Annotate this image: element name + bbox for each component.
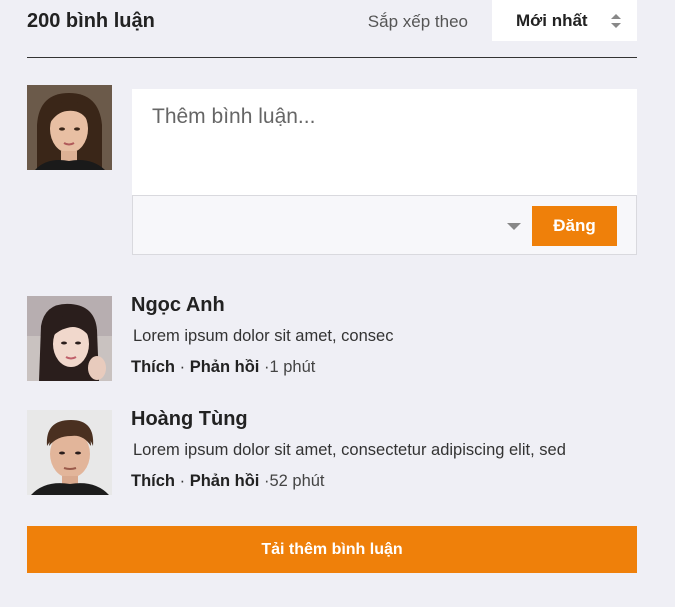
- sort-dropdown[interactable]: Mới nhất: [492, 0, 637, 41]
- comment-item: Ngọc Anh Lorem ipsum dolor sit amet, con…: [27, 294, 637, 382]
- comment-body: Ngọc Anh Lorem ipsum dolor sit amet, con…: [131, 294, 394, 377]
- sort-arrows-icon: [611, 14, 621, 28]
- comment-text: Lorem ipsum dolor sit amet, consectetur …: [133, 441, 566, 459]
- current-user-avatar: [27, 85, 112, 170]
- separator-dot: ·: [179, 472, 190, 490]
- comments-header: 200 bình luận Sắp xếp theo Mới nhất: [27, 0, 637, 58]
- load-more-button[interactable]: Tải thêm bình luận: [27, 526, 637, 573]
- reply-button[interactable]: Phản hồi: [190, 358, 260, 376]
- comment-time: 52 phút: [269, 472, 325, 490]
- sort-value: Mới nhất: [516, 10, 588, 30]
- separator-dot: ·: [179, 358, 190, 376]
- comment-body: Hoàng Tùng Lorem ipsum dolor sit amet, c…: [131, 408, 566, 491]
- comment-count: 200 bình luận: [27, 10, 155, 32]
- like-button[interactable]: Thích: [131, 472, 175, 490]
- comment-time: 1 phút: [269, 358, 316, 376]
- like-button[interactable]: Thích: [131, 358, 175, 376]
- comment-item: Hoàng Tùng Lorem ipsum dolor sit amet, c…: [27, 408, 637, 496]
- comment-author[interactable]: Ngọc Anh: [131, 294, 393, 317]
- comment-actions: Thích · Phản hồi ·52 phút: [131, 472, 566, 491]
- post-button[interactable]: Đăng: [532, 206, 617, 246]
- comments-section: 200 bình luận Sắp xếp theo Mới nhất: [27, 0, 637, 58]
- caret-down-icon[interactable]: [507, 223, 521, 230]
- comment-author[interactable]: Hoàng Tùng: [131, 408, 566, 431]
- reply-button[interactable]: Phản hồi: [190, 472, 260, 490]
- sort-label: Sắp xếp theo: [367, 12, 468, 31]
- comment-input[interactable]: Thêm bình luận...: [132, 89, 637, 195]
- avatar[interactable]: [27, 296, 112, 381]
- composer-toolbar: Đăng: [132, 195, 637, 255]
- comment-composer: Thêm bình luận... Đăng: [27, 85, 637, 255]
- avatar[interactable]: [27, 410, 112, 495]
- comment-actions: Thích · Phản hồi ·1 phút: [131, 358, 393, 377]
- comment-text: Lorem ipsum dolor sit amet, consec: [133, 327, 394, 345]
